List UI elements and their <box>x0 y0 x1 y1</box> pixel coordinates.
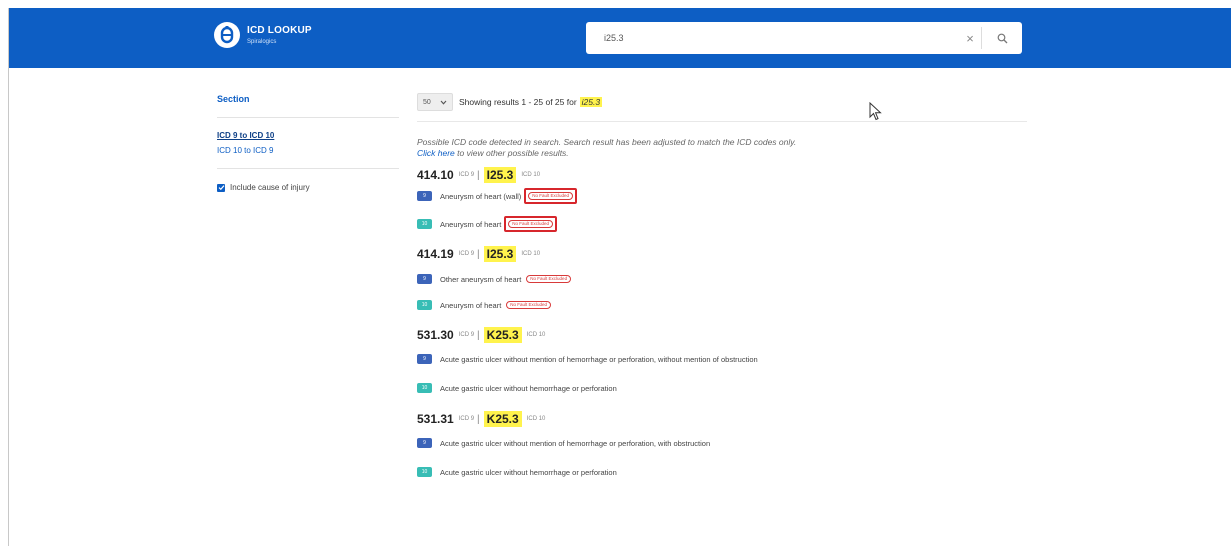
icd9-entry: 9 Acute gastric ulcer without mention of… <box>417 435 1027 451</box>
logo-mark-icon <box>214 22 240 48</box>
code-separator: | <box>477 329 480 341</box>
icd9-code[interactable]: 531.31 <box>417 412 454 426</box>
icd9-description[interactable]: Other aneurysm of heart <box>440 275 521 284</box>
sidebar-item-icd10-to-icd9[interactable]: ICD 10 to ICD 9 <box>217 146 399 155</box>
result-group-header: 531.30 ICD 9 | K25.3 ICD 10 <box>417 327 1027 343</box>
no-fault-excluded-badge: No Fault Excluded <box>506 300 552 310</box>
include-cause-of-injury-row: Include cause of injury <box>217 183 399 192</box>
highlight-callout-box: No Fault Excluded <box>524 187 578 205</box>
per-page-value: 50 <box>423 98 431 106</box>
icd9-label: ICD 9 <box>458 251 475 257</box>
click-here-link[interactable]: Click here <box>417 148 455 158</box>
logo-title: ICD LOOKUP <box>247 24 312 36</box>
icd10-entry: 10 Acute gastric ulcer without hemorrhag… <box>417 380 1027 396</box>
mouse-pointer-icon <box>869 102 882 121</box>
search-icon <box>997 33 1007 43</box>
icd10-badge: 10 <box>417 383 432 393</box>
per-page-select[interactable]: 50 <box>417 93 453 111</box>
icd10-description[interactable]: Aneurysm of heart <box>440 301 501 310</box>
logo-subtitle: Spiralogics <box>247 38 277 45</box>
icd9-badge: 9 <box>417 274 432 284</box>
icd9-description[interactable]: Acute gastric ulcer without mention of h… <box>440 355 758 364</box>
search-bar: × <box>586 22 1022 54</box>
icd9-description[interactable]: Acute gastric ulcer without mention of h… <box>440 439 710 448</box>
section-title: Section <box>217 94 250 104</box>
chevron-down-icon <box>440 100 447 105</box>
no-fault-excluded-badge: No Fault Excluded <box>508 219 554 229</box>
icd10-entry: 10 Aneurysm of heart No Fault Excluded <box>417 297 1027 313</box>
icd10-code[interactable]: K25.3 <box>483 327 522 343</box>
showing-results-text: Showing results 1 - 25 of 25 for <box>459 97 577 107</box>
icd9-description[interactable]: Aneurysm of heart (wall) <box>440 192 521 201</box>
icd10-code[interactable]: I25.3 <box>483 167 517 183</box>
icd9-label: ICD 9 <box>458 332 475 338</box>
icd9-badge: 9 <box>417 354 432 364</box>
icd10-badge: 10 <box>417 300 432 310</box>
icd10-badge: 10 <box>417 467 432 477</box>
no-fault-excluded-badge: No Fault Excluded <box>526 274 572 284</box>
app-window: ICD LOOKUP Spiralogics × Section ICD 9 t… <box>8 8 1231 546</box>
sidebar-divider <box>217 168 399 169</box>
icd9-entry: 9 Acute gastric ulcer without mention of… <box>417 351 1027 367</box>
icd10-description[interactable]: Acute gastric ulcer without hemorrhage o… <box>440 468 617 477</box>
icd9-code[interactable]: 414.10 <box>417 168 454 182</box>
icd9-badge: 9 <box>417 191 432 201</box>
icd9-badge: 9 <box>417 438 432 448</box>
sidebar: Section ICD 9 to ICD 10 ICD 10 to ICD 9 … <box>217 94 399 192</box>
notice-tail-text: to view other possible results. <box>457 148 569 158</box>
results-panel: 50 Showing results 1 - 25 of 25 for i25.… <box>417 93 1027 480</box>
result-group-header: 531.31 ICD 9 | K25.3 ICD 10 <box>417 411 1027 427</box>
icd-detect-notice: Possible ICD code detected in search. Se… <box>417 137 1027 159</box>
top-navbar: ICD LOOKUP Spiralogics × <box>9 8 1231 68</box>
search-button[interactable] <box>982 22 1022 54</box>
icd10-description[interactable]: Acute gastric ulcer without hemorrhage o… <box>440 384 617 393</box>
icd9-label: ICD 9 <box>458 416 475 422</box>
icd10-entry: 10 Acute gastric ulcer without hemorrhag… <box>417 464 1027 480</box>
icd10-code[interactable]: K25.3 <box>483 411 522 427</box>
icd10-label: ICD 10 <box>521 251 541 257</box>
icd10-description[interactable]: Aneurysm of heart <box>440 220 501 229</box>
search-query-highlight: i25.3 <box>579 97 603 107</box>
results-summary: 50 Showing results 1 - 25 of 25 for i25.… <box>417 93 1027 111</box>
icd9-entry: 9 Other aneurysm of heart No Fault Exclu… <box>417 271 1027 287</box>
code-separator: | <box>477 413 480 425</box>
results-divider <box>417 121 1027 122</box>
search-input[interactable] <box>586 22 959 54</box>
icd9-entry: 9 Aneurysm of heart (wall) No Fault Excl… <box>417 187 1027 205</box>
checkbox-label[interactable]: Include cause of injury <box>230 183 310 192</box>
app-logo[interactable]: ICD LOOKUP Spiralogics <box>214 22 312 48</box>
include-cause-of-injury-checkbox[interactable] <box>217 183 225 192</box>
highlight-callout-box: No Fault Excluded <box>504 215 558 233</box>
icd10-entry: 10 Aneurysm of heart No Fault Excluded <box>417 215 1027 233</box>
result-group-header: 414.10 ICD 9 | I25.3 ICD 10 <box>417 167 1027 183</box>
code-separator: | <box>477 248 480 260</box>
icd9-code[interactable]: 531.30 <box>417 328 454 342</box>
result-group-header: 414.19 ICD 9 | I25.3 ICD 10 <box>417 246 1027 262</box>
clear-icon[interactable]: × <box>959 31 981 46</box>
icd10-label: ICD 10 <box>526 332 546 338</box>
sidebar-divider <box>217 117 399 118</box>
icd10-label: ICD 10 <box>526 416 546 422</box>
icd10-code[interactable]: I25.3 <box>483 246 517 262</box>
no-fault-excluded-badge: No Fault Excluded <box>528 191 574 201</box>
checkmark-icon <box>218 185 224 191</box>
icd10-badge: 10 <box>417 219 432 229</box>
notice-text: Possible ICD code detected in search. Se… <box>417 137 797 147</box>
icd9-code[interactable]: 414.19 <box>417 247 454 261</box>
icd10-label: ICD 10 <box>521 172 541 178</box>
icd9-label: ICD 9 <box>458 172 475 178</box>
sidebar-item-icd9-to-icd10[interactable]: ICD 9 to ICD 10 <box>217 131 399 140</box>
code-separator: | <box>477 169 480 181</box>
